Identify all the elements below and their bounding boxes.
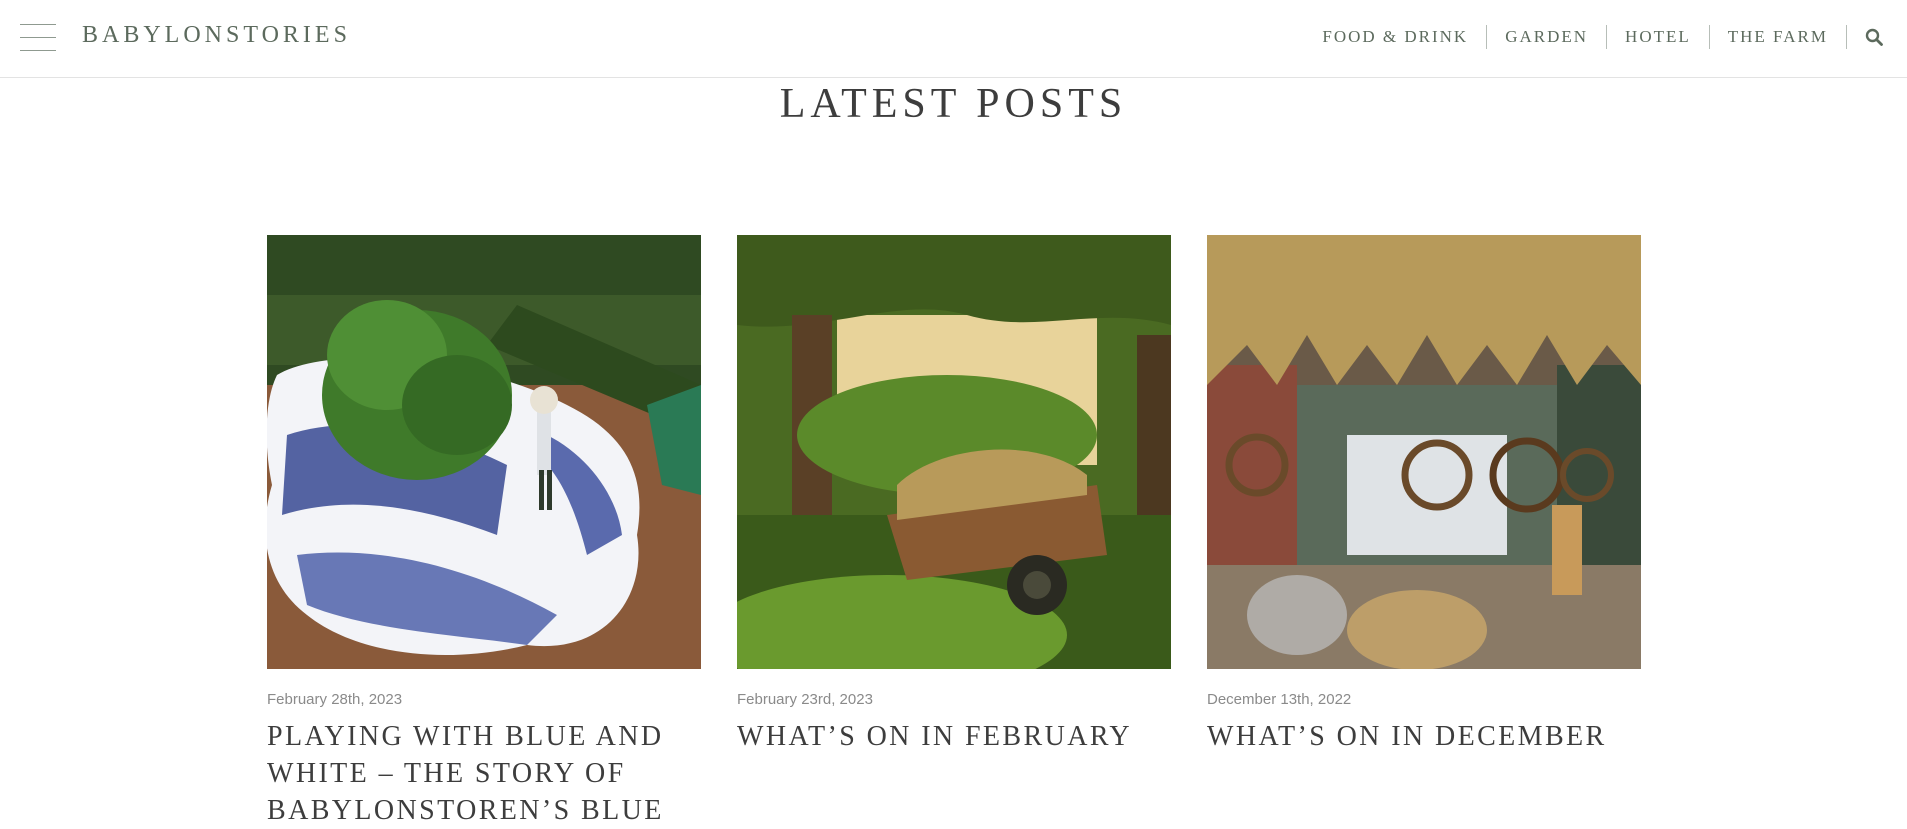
post-date: December 13th, 2022 (1207, 691, 1352, 708)
post-title[interactable]: WHAT’S ON IN FEBRUARY (737, 718, 1171, 755)
nav-link-food-drink[interactable]: FOOD & DRINK (1304, 24, 1486, 50)
post-image[interactable] (267, 235, 701, 669)
hamburger-menu-icon[interactable] (20, 24, 56, 52)
post-title[interactable]: WHAT’S ON IN DECEMBER (1207, 718, 1641, 755)
search-icon[interactable] (1847, 28, 1883, 46)
site-logo[interactable]: BABYLONSTORIES (82, 22, 351, 49)
post-card: February 23rd, 2023 WHAT’S ON IN FEBRUAR… (737, 235, 1171, 755)
main-nav: FOOD & DRINK GARDEN HOTEL THE FARM (1304, 24, 1883, 50)
post-card: February 28th, 2023 PLAYING WITH BLUE AN… (267, 235, 701, 829)
dried-flowers-wreaths-shop-photo (1207, 235, 1641, 669)
section-title: LATEST POSTS (779, 81, 1128, 127)
garden-wooden-cart-photo (737, 235, 1171, 669)
post-title[interactable]: PLAYING WITH BLUE AND WHITE – THE STORY … (267, 718, 701, 829)
post-image[interactable] (737, 235, 1171, 669)
post-date: February 23rd, 2023 (737, 691, 873, 708)
site-header: BABYLONSTORIES FOOD & DRINK GARDEN HOTEL… (0, 0, 1907, 78)
post-card: December 13th, 2022 WHAT’S ON IN DECEMBE… (1207, 235, 1641, 755)
nav-link-the-farm[interactable]: THE FARM (1710, 24, 1846, 50)
post-date: February 28th, 2023 (267, 691, 403, 708)
post-image[interactable] (1207, 235, 1641, 669)
nav-link-garden[interactable]: GARDEN (1487, 24, 1606, 50)
nav-link-hotel[interactable]: HOTEL (1607, 24, 1709, 50)
garden-blue-white-rug-photo (267, 235, 701, 669)
